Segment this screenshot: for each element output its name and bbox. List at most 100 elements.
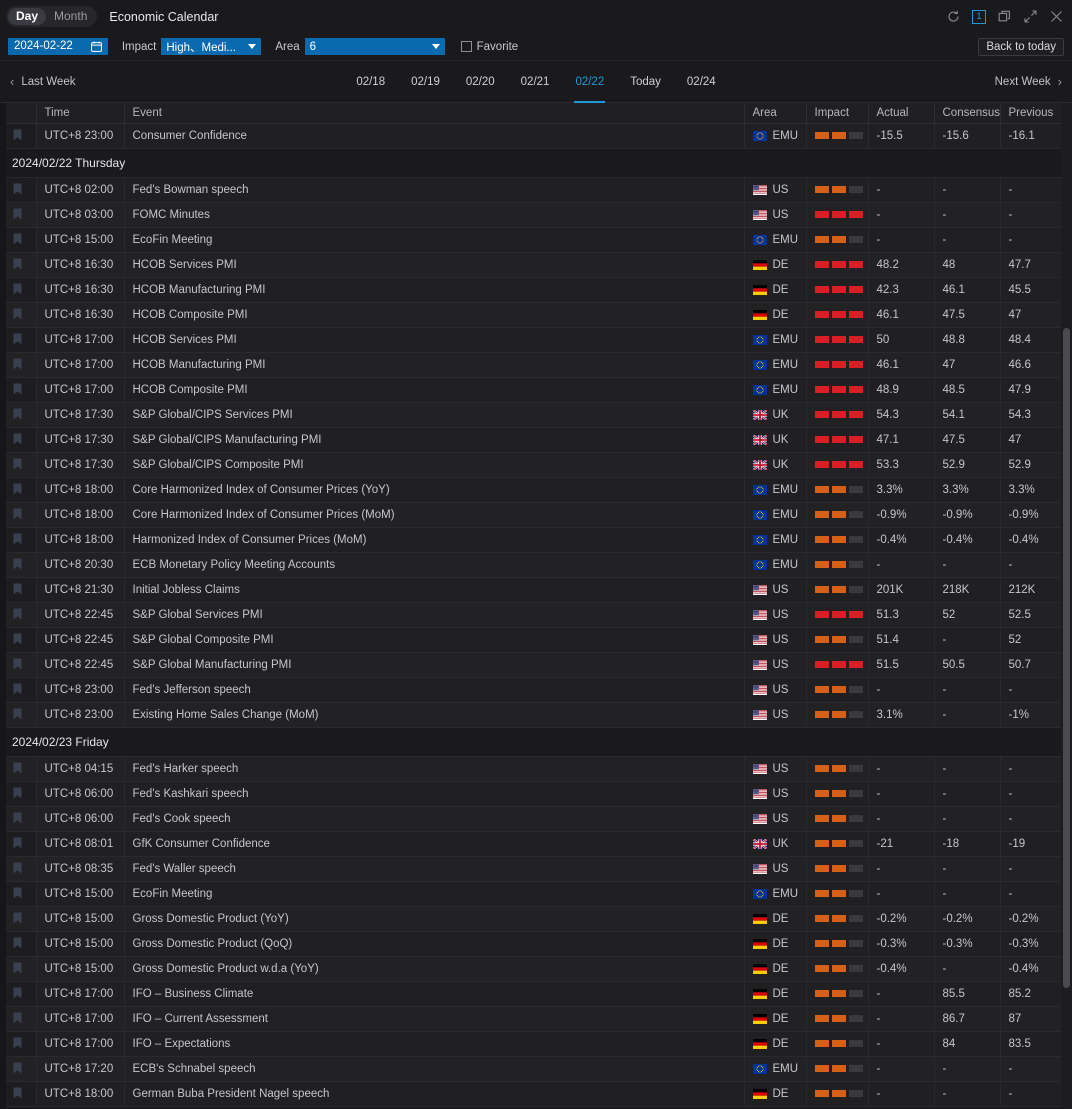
favorite-filter[interactable]: Favorite — [461, 41, 519, 53]
table-row[interactable]: UTC+8 17:00HCOB Manufacturing PMIEMU46.1… — [0, 352, 1072, 377]
table-row[interactable]: UTC+8 15:00Gross Domestic Product w.d.a … — [0, 956, 1072, 981]
table-row[interactable]: UTC+8 15:00EcoFin MeetingEMU--- — [0, 881, 1072, 906]
table-row[interactable]: UTC+8 17:00IFO – Current AssessmentDE-86… — [0, 1006, 1072, 1031]
table-row[interactable]: UTC+8 16:30HCOB Composite PMIDE46.147.54… — [0, 302, 1072, 327]
table-row[interactable]: UTC+8 23:00Existing Home Sales Change (M… — [0, 702, 1072, 727]
table-row[interactable]: UTC+8 17:00IFO – ExpectationsDE-8483.5 — [0, 1031, 1072, 1056]
event-cell[interactable]: HCOB Manufacturing PMI — [124, 277, 744, 302]
table-row[interactable]: UTC+8 22:45S&P Global Services PMIUS51.3… — [0, 602, 1072, 627]
table-row[interactable]: UTC+8 21:30Initial Jobless ClaimsUS201K2… — [0, 577, 1072, 602]
event-cell[interactable]: ECB Monetary Policy Meeting Accounts — [124, 552, 744, 577]
next-week-button[interactable]: Next Week › — [995, 75, 1062, 88]
table-row[interactable]: UTC+8 23:00Consumer ConfidenceEMU-15.5-1… — [0, 123, 1072, 148]
event-cell[interactable]: Gross Domestic Product (QoQ) — [124, 931, 744, 956]
event-cell[interactable]: Core Harmonized Index of Consumer Prices… — [124, 502, 744, 527]
event-cell[interactable]: Core Harmonized Index of Consumer Prices… — [124, 477, 744, 502]
table-row[interactable]: UTC+8 08:01GfK Consumer ConfidenceUK-21-… — [0, 831, 1072, 856]
refresh-icon[interactable] — [946, 9, 961, 24]
table-row[interactable]: UTC+8 20:30ECB Monetary Policy Meeting A… — [0, 552, 1072, 577]
event-cell[interactable]: EcoFin Meeting — [124, 881, 744, 906]
event-cell[interactable]: FOMC Minutes — [124, 202, 744, 227]
event-cell[interactable]: Fed's Harker speech — [124, 756, 744, 781]
table-row[interactable]: UTC+8 06:00Fed's Kashkari speechUS--- — [0, 781, 1072, 806]
header-consensus[interactable]: Consensus — [934, 103, 1000, 123]
day-tab-0222[interactable]: 02/22 — [562, 61, 617, 103]
table-row[interactable]: UTC+8 18:00Harmonized Index of Consumer … — [0, 527, 1072, 552]
impact-filter-select[interactable]: High、Medi... — [161, 38, 261, 55]
table-row[interactable]: UTC+8 04:15Fed's Harker speechUS--- — [0, 756, 1072, 781]
event-cell[interactable]: EcoFin Meeting — [124, 227, 744, 252]
table-row[interactable]: UTC+8 03:00FOMC MinutesUS--- — [0, 202, 1072, 227]
event-cell[interactable]: S&P Global/CIPS Services PMI — [124, 402, 744, 427]
header-time[interactable]: Time — [36, 103, 124, 123]
table-row[interactable]: UTC+8 15:00EcoFin MeetingEMU--- — [0, 227, 1072, 252]
event-cell[interactable]: HCOB Services PMI — [124, 252, 744, 277]
table-row[interactable]: UTC+8 16:30HCOB Services PMIDE48.24847.7 — [0, 252, 1072, 277]
table-row[interactable]: UTC+8 17:00HCOB Services PMIEMU5048.848.… — [0, 327, 1072, 352]
close-icon[interactable] — [1049, 9, 1064, 24]
table-row[interactable]: UTC+8 17:30S&P Global/CIPS Services PMIU… — [0, 402, 1072, 427]
restore-window-icon[interactable] — [997, 9, 1012, 24]
day-tab-0219[interactable]: 02/19 — [398, 61, 453, 103]
event-cell[interactable]: HCOB Services PMI — [124, 327, 744, 352]
vertical-scrollbar[interactable] — [1061, 103, 1072, 1109]
tab-day[interactable]: Day — [8, 8, 46, 25]
table-row[interactable]: UTC+8 17:20ECB's Schnabel speechEMU--- — [0, 1056, 1072, 1081]
table-row[interactable]: UTC+8 06:00Fed's Cook speechUS--- — [0, 806, 1072, 831]
date-picker[interactable]: 2024-02-22 — [8, 38, 108, 55]
table-row[interactable]: UTC+8 23:00Fed's Jefferson speechUS--- — [0, 677, 1072, 702]
event-cell[interactable]: Gross Domestic Product (YoY) — [124, 906, 744, 931]
table-row[interactable]: UTC+8 18:00German Buba President Nagel s… — [0, 1081, 1072, 1106]
event-cell[interactable]: ECB's Schnabel speech — [124, 1056, 744, 1081]
table-row[interactable]: UTC+8 22:45S&P Global Composite PMIUS51.… — [0, 627, 1072, 652]
scrollbar-thumb[interactable] — [1063, 328, 1070, 988]
event-cell[interactable]: HCOB Composite PMI — [124, 302, 744, 327]
day-tab-0220[interactable]: 02/20 — [453, 61, 508, 103]
event-cell[interactable]: Consumer Confidence — [124, 123, 744, 148]
event-cell[interactable]: Existing Home Sales Change (MoM) — [124, 702, 744, 727]
day-tab-0221[interactable]: 02/21 — [508, 61, 563, 103]
event-cell[interactable]: Fed's Jefferson speech — [124, 677, 744, 702]
day-tab-0218[interactable]: 02/18 — [343, 61, 398, 103]
day-tab-today[interactable]: Today — [617, 61, 674, 103]
event-cell[interactable]: Fed's Waller speech — [124, 856, 744, 881]
header-actual[interactable]: Actual — [868, 103, 934, 123]
event-cell[interactable]: S&P Global Manufacturing PMI — [124, 652, 744, 677]
view-mode-switch[interactable]: Day Month — [6, 6, 97, 27]
area-filter-select[interactable]: 6 — [305, 38, 445, 55]
event-cell[interactable]: HCOB Composite PMI — [124, 377, 744, 402]
event-cell[interactable]: S&P Global Services PMI — [124, 602, 744, 627]
table-row[interactable]: UTC+8 18:00Core Harmonized Index of Cons… — [0, 502, 1072, 527]
event-cell[interactable]: IFO – Current Assessment — [124, 1006, 744, 1031]
event-cell[interactable]: Fed's Bowman speech — [124, 177, 744, 202]
day-tab-0224[interactable]: 02/24 — [674, 61, 729, 103]
event-cell[interactable]: S&P Global Composite PMI — [124, 627, 744, 652]
header-event[interactable]: Event — [124, 103, 744, 123]
table-row[interactable]: UTC+8 16:30HCOB Manufacturing PMIDE42.34… — [0, 277, 1072, 302]
event-cell[interactable]: GfK Consumer Confidence — [124, 831, 744, 856]
event-cell[interactable]: IFO – Business Climate — [124, 981, 744, 1006]
table-row[interactable]: UTC+8 02:00Fed's Bowman speechUS--- — [0, 177, 1072, 202]
back-to-today-button[interactable]: Back to today — [978, 38, 1064, 56]
expand-icon[interactable] — [1023, 9, 1038, 24]
event-cell[interactable]: Initial Jobless Claims — [124, 577, 744, 602]
table-row[interactable]: UTC+8 17:00IFO – Business ClimateDE-85.5… — [0, 981, 1072, 1006]
table-row[interactable]: UTC+8 18:00Core Harmonized Index of Cons… — [0, 477, 1072, 502]
event-cell[interactable]: Fed's Cook speech — [124, 806, 744, 831]
event-cell[interactable]: Harmonized Index of Consumer Prices (MoM… — [124, 527, 744, 552]
event-cell[interactable]: German Buba President Nagel speech — [124, 1081, 744, 1106]
table-row[interactable]: UTC+8 15:00Gross Domestic Product (QoQ)D… — [0, 931, 1072, 956]
table-row[interactable]: UTC+8 17:00HCOB Composite PMIEMU48.948.5… — [0, 377, 1072, 402]
table-row[interactable]: UTC+8 17:30S&P Global/CIPS Composite PMI… — [0, 452, 1072, 477]
event-cell[interactable]: IFO – Expectations — [124, 1031, 744, 1056]
event-cell[interactable]: Gross Domestic Product w.d.a (YoY) — [124, 956, 744, 981]
table-row[interactable]: UTC+8 17:30S&P Global/CIPS Manufacturing… — [0, 427, 1072, 452]
event-cell[interactable]: S&P Global/CIPS Manufacturing PMI — [124, 427, 744, 452]
favorite-checkbox[interactable] — [461, 41, 472, 52]
tab-month[interactable]: Month — [46, 8, 95, 25]
last-week-button[interactable]: ‹ Last Week — [10, 75, 75, 88]
header-impact[interactable]: Impact — [806, 103, 868, 123]
window-count-icon[interactable]: 1 — [972, 10, 986, 24]
event-cell[interactable]: HCOB Manufacturing PMI — [124, 352, 744, 377]
header-area[interactable]: Area — [744, 103, 806, 123]
